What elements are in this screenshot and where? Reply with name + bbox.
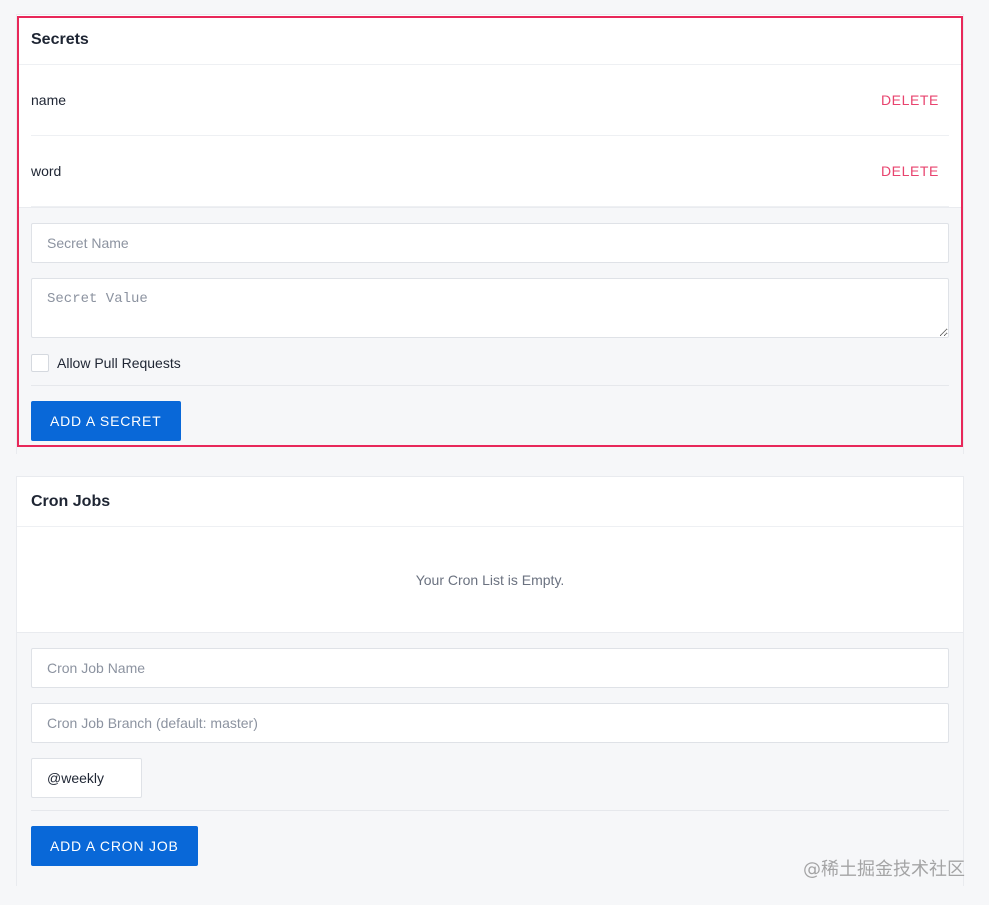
secret-value-input[interactable] [31, 278, 949, 338]
cron-schedule-select[interactable]: @weekly [31, 758, 142, 798]
cron-form: @weekly ADD A CRON JOB [17, 632, 963, 886]
cron-jobs-title: Cron Jobs [17, 477, 963, 527]
allow-pull-requests-checkbox[interactable] [31, 354, 49, 372]
cron-jobs-panel: Cron Jobs Your Cron List is Empty. @week… [16, 476, 964, 886]
secret-name-input[interactable] [31, 223, 949, 263]
watermark: @稀土掘金技术社区 [803, 859, 965, 880]
add-cron-job-button[interactable]: ADD A CRON JOB [31, 826, 198, 866]
secret-item-name: word [31, 163, 62, 179]
cron-job-name-input[interactable] [31, 648, 949, 688]
secrets-title: Secrets [17, 15, 963, 65]
secret-form: Allow Pull Requests ADD A SECRET [17, 207, 963, 455]
secret-item: word DELETE [31, 136, 949, 207]
secret-item-name: name [31, 92, 67, 108]
secret-item: name DELETE [31, 65, 949, 136]
form-divider [31, 385, 949, 386]
cron-job-branch-input[interactable] [31, 703, 949, 743]
add-secret-button[interactable]: ADD A SECRET [31, 401, 181, 441]
delete-secret-button[interactable]: DELETE [881, 92, 949, 108]
delete-secret-button[interactable]: DELETE [881, 163, 949, 179]
cron-schedule-value: @weekly [47, 770, 105, 786]
allow-pull-requests-option[interactable]: Allow Pull Requests [31, 353, 949, 373]
allow-pull-requests-label: Allow Pull Requests [57, 355, 181, 371]
cron-empty-message: Your Cron List is Empty. [415, 571, 565, 588]
form-divider [31, 810, 949, 811]
secrets-panel: Secrets name DELETE word DELETE Allow Pu… [16, 14, 964, 455]
